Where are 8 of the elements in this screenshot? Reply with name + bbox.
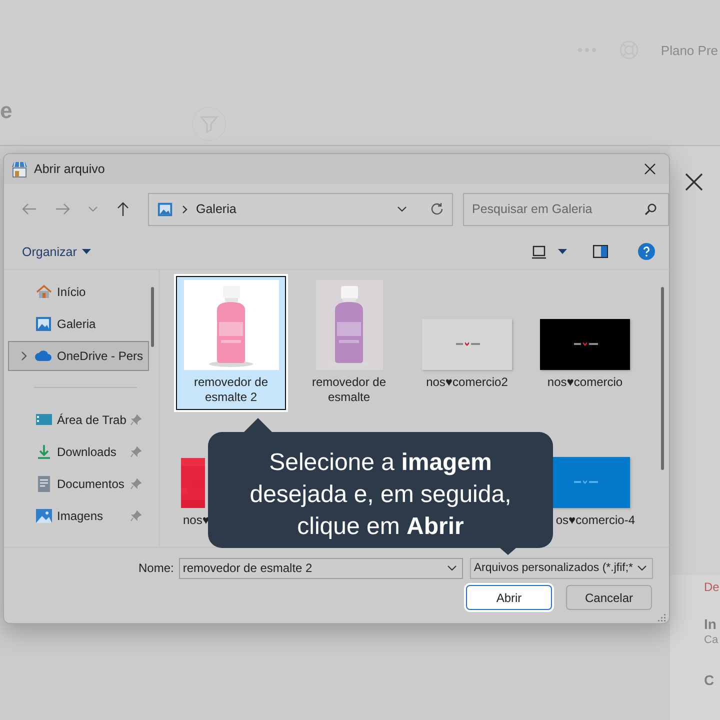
field-label: Nome: xyxy=(138,561,174,575)
list-text: De xyxy=(704,579,720,595)
list-text: C xyxy=(704,672,714,688)
list-text: Ca xyxy=(704,633,718,648)
list-text: In xyxy=(704,616,716,632)
tooltip-text: Selecione a imagem desejada e, em seguida, clique em Abrir xyxy=(248,448,512,542)
page-title: e xyxy=(0,100,12,122)
window-title: Abrir arquivo xyxy=(34,162,105,176)
